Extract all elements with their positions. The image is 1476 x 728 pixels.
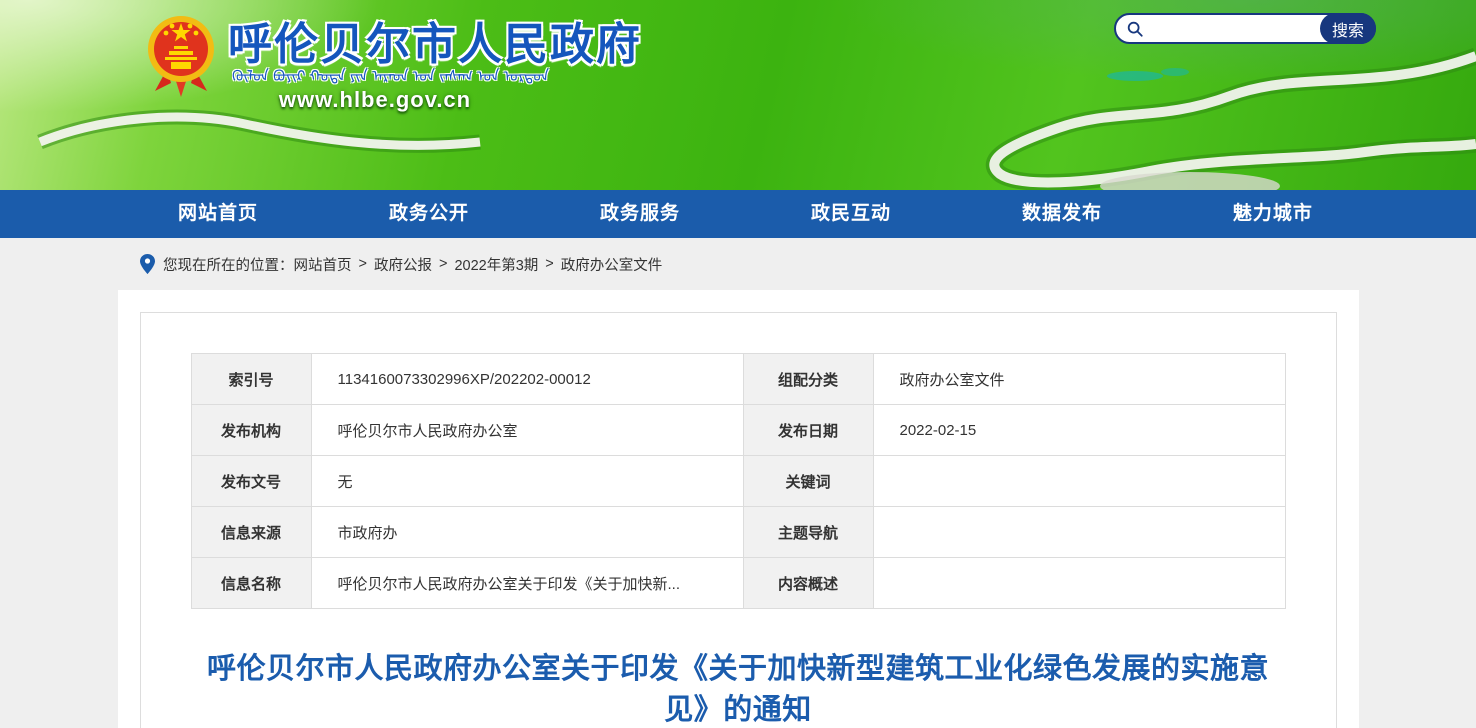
- national-emblem-icon: [145, 11, 217, 97]
- meta-value-topic-nav: [873, 507, 1285, 558]
- breadcrumb-item-issue[interactable]: 2022年第3期: [454, 254, 538, 275]
- meta-value-index-no: 1134160073302996XP/202202-00012: [311, 354, 743, 405]
- meta-label-pub-date: 发布日期: [743, 405, 873, 456]
- site-title-mongolian: ᠬᠥᠯᠥᠨ ᠪᠤᠶᠢᠷ ᠬᠣᠲᠠ ᠶᠢᠨ ᠠᠷᠠᠳ ᠤᠨ ᠵᠠᠰᠠᠭ ᠤᠨ ᠣᠷ…: [232, 60, 612, 90]
- nav-item-interaction[interactable]: 政民互动: [811, 190, 891, 238]
- search-icon: [1126, 20, 1144, 38]
- meta-value-category: 政府办公室文件: [873, 354, 1285, 405]
- search-button[interactable]: 搜索: [1320, 13, 1376, 44]
- nav-item-city-charm[interactable]: 魅力城市: [1233, 190, 1313, 238]
- meta-value-pub-date: 2022-02-15: [873, 405, 1285, 456]
- breadcrumb-item-home[interactable]: 网站首页: [294, 254, 352, 275]
- meta-label-index-no: 索引号: [191, 354, 311, 405]
- meta-value-source: 市政府办: [311, 507, 743, 558]
- document-panel: 索引号 1134160073302996XP/202202-00012 组配分类…: [140, 312, 1337, 728]
- meta-value-issuer: 呼伦贝尔市人民政府办公室: [311, 405, 743, 456]
- meta-label-issuer: 发布机构: [191, 405, 311, 456]
- meta-value-doc-no: 无: [311, 456, 743, 507]
- nav-item-home[interactable]: 网站首页: [178, 190, 258, 238]
- breadcrumb-separator: >: [545, 256, 553, 272]
- table-row: 信息来源 市政府办 主题导航: [191, 507, 1285, 558]
- breadcrumb-item-gazette[interactable]: 政府公报: [374, 254, 432, 275]
- table-row: 发布文号 无 关键词: [191, 456, 1285, 507]
- meta-label-doc-no: 发布文号: [191, 456, 311, 507]
- meta-label-summary: 内容概述: [743, 558, 873, 609]
- nav-item-gov-service[interactable]: 政务服务: [600, 190, 680, 238]
- meta-label-keywords: 关键词: [743, 456, 873, 507]
- breadcrumb-separator: >: [439, 256, 447, 272]
- breadcrumb-separator: >: [359, 256, 367, 272]
- document-meta-table: 索引号 1134160073302996XP/202202-00012 组配分类…: [191, 353, 1286, 609]
- breadcrumb: 您现在所在的位置： 网站首页 > 政府公报 > 2022年第3期 > 政府办公室…: [0, 238, 1476, 290]
- site-url: www.hlbe.gov.cn: [145, 87, 605, 113]
- meta-value-summary: [873, 558, 1285, 609]
- search-input[interactable]: [1150, 15, 1320, 42]
- meta-label-info-name: 信息名称: [191, 558, 311, 609]
- table-row: 索引号 1134160073302996XP/202202-00012 组配分类…: [191, 354, 1285, 405]
- breadcrumb-prefix: 您现在所在的位置：: [163, 254, 294, 275]
- nav-item-data[interactable]: 数据发布: [1022, 190, 1102, 238]
- meta-label-category: 组配分类: [743, 354, 873, 405]
- main-nav: 网站首页 政务公开 政务服务 政民互动 数据发布 魅力城市: [0, 190, 1476, 238]
- table-row: 信息名称 呼伦贝尔市人民政府办公室关于印发《关于加快新... 内容概述: [191, 558, 1285, 609]
- document-title: 呼伦贝尔市人民政府办公室关于印发《关于加快新型建筑工业化绿色发展的实施意见》的通…: [207, 649, 1269, 728]
- meta-label-topic-nav: 主题导航: [743, 507, 873, 558]
- search-bar[interactable]: 搜索: [1114, 13, 1376, 44]
- location-pin-icon: [140, 254, 155, 274]
- breadcrumb-item-office-docs[interactable]: 政府办公室文件: [561, 254, 663, 275]
- header-banner: 呼伦贝尔市人民政府 ᠬᠥᠯᠥᠨ ᠪᠤᠶᠢᠷ ᠬᠣᠲᠠ ᠶᠢᠨ ᠠᠷᠠᠳ ᠤᠨ ᠵ…: [0, 0, 1476, 190]
- nav-item-gov-info[interactable]: 政务公开: [389, 190, 469, 238]
- meta-value-keywords: [873, 456, 1285, 507]
- table-row: 发布机构 呼伦贝尔市人民政府办公室 发布日期 2022-02-15: [191, 405, 1285, 456]
- content-card: 索引号 1134160073302996XP/202202-00012 组配分类…: [118, 290, 1359, 728]
- meta-value-info-name: 呼伦贝尔市人民政府办公室关于印发《关于加快新...: [311, 558, 743, 609]
- meta-label-source: 信息来源: [191, 507, 311, 558]
